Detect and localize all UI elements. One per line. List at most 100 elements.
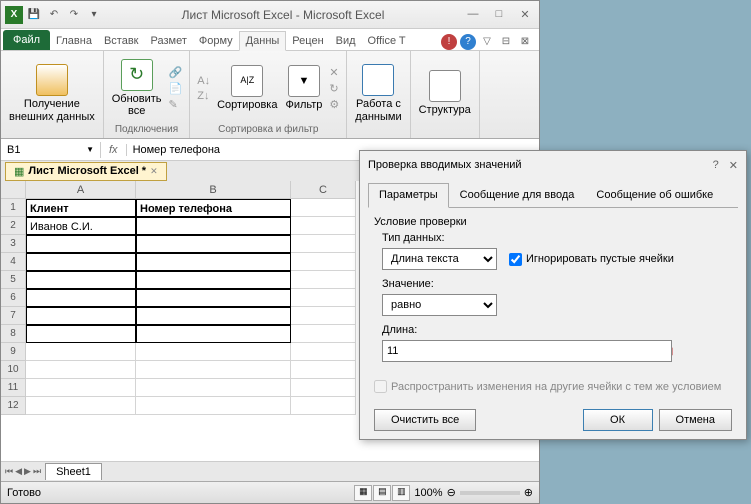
cell[interactable] (291, 325, 356, 343)
cell[interactable] (26, 289, 136, 307)
tab-view[interactable]: Вид (330, 32, 362, 50)
editlinks-button[interactable]: ✎ (168, 97, 184, 112)
cell[interactable] (26, 307, 136, 325)
dialog-close-icon[interactable]: ✕ (729, 159, 738, 172)
next-sheet-icon[interactable]: ▶ (24, 466, 31, 477)
cell[interactable] (136, 325, 291, 343)
zoom-level[interactable]: 100% (414, 487, 442, 499)
properties-button[interactable]: 📄 (168, 81, 184, 96)
ribbonmin-icon[interactable]: ▽ (479, 34, 495, 50)
name-box-input[interactable] (7, 144, 67, 156)
select-all-corner[interactable] (1, 181, 26, 199)
cell[interactable] (291, 289, 356, 307)
cell[interactable] (26, 235, 136, 253)
row-header[interactable]: 7 (1, 307, 26, 325)
clear-filter-button[interactable]: ✕ (328, 65, 340, 80)
clear-all-button[interactable]: Очистить все (374, 409, 476, 431)
cell[interactable] (136, 289, 291, 307)
col-header-b[interactable]: B (136, 181, 291, 199)
value-select[interactable]: равно (382, 294, 497, 316)
ok-button[interactable]: ОК (583, 409, 653, 431)
cell[interactable] (291, 379, 356, 397)
cell[interactable] (291, 253, 356, 271)
close-icon[interactable]: ✕ (515, 8, 535, 21)
undo-icon[interactable]: ↶ (45, 6, 63, 24)
row-header[interactable]: 5 (1, 271, 26, 289)
cell[interactable] (291, 397, 356, 415)
zoom-out-icon[interactable]: ⊖ (447, 486, 456, 499)
document-tab[interactable]: ▦ Лист Microsoft Excel * ✕ (5, 162, 167, 181)
ignore-blank-input[interactable] (509, 253, 522, 266)
normal-view-icon[interactable]: ▦ (354, 485, 372, 501)
get-external-data-button[interactable]: Получение внешних данных (7, 62, 97, 124)
close-doc-icon[interactable]: ✕ (150, 166, 158, 177)
help-icon[interactable]: ! (441, 34, 457, 50)
cancel-button[interactable]: Отмена (659, 409, 732, 431)
cell[interactable] (26, 397, 136, 415)
cell[interactable] (26, 325, 136, 343)
info-icon[interactable]: ? (460, 34, 476, 50)
advanced-button[interactable]: ⚙ (328, 97, 340, 112)
length-input[interactable] (382, 340, 672, 362)
outline-button[interactable]: Структура (417, 68, 473, 118)
cell[interactable] (26, 379, 136, 397)
cell[interactable] (26, 343, 136, 361)
cell[interactable] (291, 271, 356, 289)
cell[interactable] (291, 307, 356, 325)
maximize-icon[interactable]: □ (489, 8, 509, 21)
row-header[interactable]: 9 (1, 343, 26, 361)
cell[interactable] (26, 271, 136, 289)
cell[interactable] (136, 361, 291, 379)
ignore-blank-checkbox[interactable]: Игнорировать пустые ячейки (509, 253, 674, 266)
tab-formula[interactable]: Форму (193, 32, 239, 50)
cell[interactable] (26, 361, 136, 379)
col-header-a[interactable]: A (26, 181, 136, 199)
cell[interactable] (291, 199, 356, 217)
sort-asc-button[interactable]: A↓ (196, 74, 211, 88)
last-sheet-icon[interactable]: ⏭ (33, 466, 41, 477)
cell[interactable] (26, 253, 136, 271)
row-header[interactable]: 11 (1, 379, 26, 397)
refresh-all-button[interactable]: Обновить все (110, 57, 164, 119)
data-type-select[interactable]: Длина текста (382, 248, 497, 270)
tab-file[interactable]: Файл (3, 30, 50, 50)
row-header[interactable]: 4 (1, 253, 26, 271)
cell[interactable] (136, 379, 291, 397)
tab-office[interactable]: Office T (362, 32, 412, 50)
redo-icon[interactable]: ↷ (65, 6, 83, 24)
cell[interactable] (136, 217, 291, 235)
reapply-button[interactable]: ↻ (328, 81, 340, 96)
save-icon[interactable]: 💾 (25, 6, 43, 24)
first-sheet-icon[interactable]: ⏮ (5, 466, 13, 477)
cell[interactable] (291, 235, 356, 253)
col-header-c[interactable]: C (291, 181, 356, 199)
zoom-slider[interactable] (460, 491, 520, 495)
row-header[interactable]: 12 (1, 397, 26, 415)
cell[interactable] (136, 307, 291, 325)
cell[interactable] (291, 343, 356, 361)
sort-button[interactable]: A|Z Сортировка (215, 63, 279, 113)
cell[interactable]: Иванов С.И. (26, 217, 136, 235)
filter-button[interactable]: ▼ Фильтр (283, 63, 324, 113)
pagelayout-view-icon[interactable]: ▤ (373, 485, 391, 501)
row-header[interactable]: 3 (1, 235, 26, 253)
winclose-icon[interactable]: ⊠ (517, 34, 533, 50)
sheet-tab[interactable]: Sheet1 (45, 463, 102, 480)
qat-dropdown-icon[interactable]: ▾ (85, 6, 103, 24)
chevron-down-icon[interactable]: ▼ (86, 145, 94, 154)
zoom-in-icon[interactable]: ⊕ (524, 486, 533, 499)
dialog-help-icon[interactable]: ? (713, 159, 719, 172)
cell[interactable]: Клиент (26, 199, 136, 217)
cell[interactable] (136, 397, 291, 415)
fx-icon[interactable]: fx (101, 144, 127, 156)
cell[interactable] (136, 235, 291, 253)
data-tools-button[interactable]: Работа с данными (353, 62, 403, 124)
row-header[interactable]: 8 (1, 325, 26, 343)
cell[interactable]: Номер телефона (136, 199, 291, 217)
pagebreak-view-icon[interactable]: ▥ (392, 485, 410, 501)
tab-review[interactable]: Рецен (286, 32, 329, 50)
tab-layout[interactable]: Размет (145, 32, 193, 50)
row-header[interactable]: 6 (1, 289, 26, 307)
tab-parameters[interactable]: Параметры (368, 183, 449, 208)
row-header[interactable]: 10 (1, 361, 26, 379)
